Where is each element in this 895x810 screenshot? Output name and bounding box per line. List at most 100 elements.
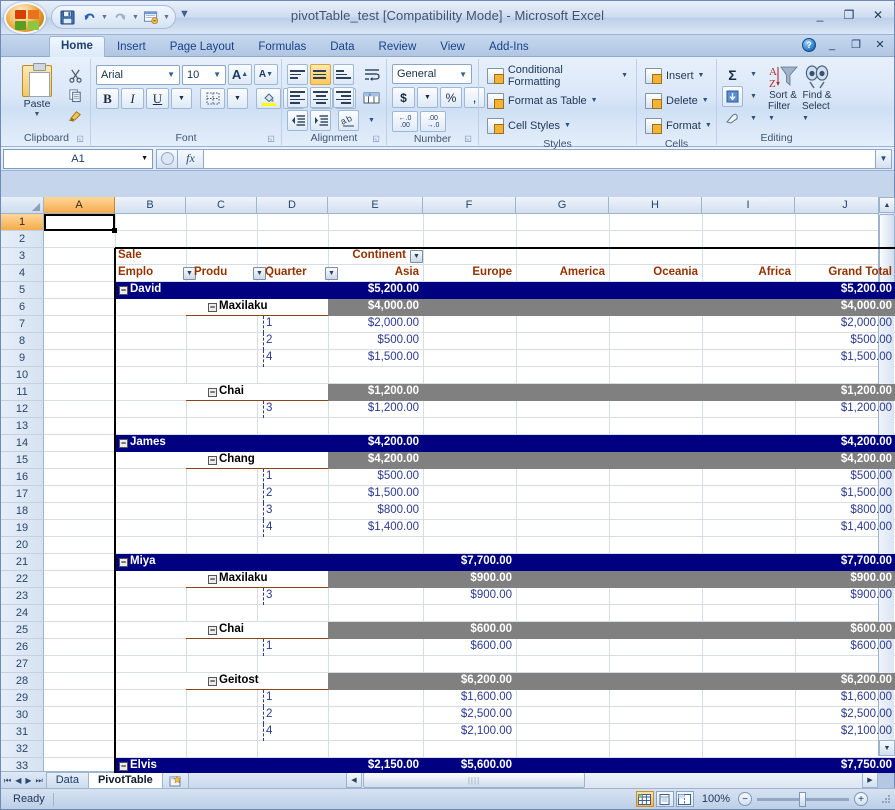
formula-input[interactable] bbox=[204, 148, 876, 169]
column-header-a[interactable]: A bbox=[44, 197, 115, 214]
underline-button[interactable]: U bbox=[146, 88, 169, 109]
insert-cells-button[interactable]: Insert ▼ bbox=[642, 63, 707, 88]
italic-button[interactable]: I bbox=[121, 88, 144, 109]
tab-view[interactable]: View bbox=[428, 37, 477, 57]
underline-caret-icon[interactable]: ▼ bbox=[171, 88, 192, 109]
row-header-23[interactable]: 23 bbox=[1, 588, 44, 605]
row-header-10[interactable]: 10 bbox=[1, 367, 44, 384]
tab-review[interactable]: Review bbox=[367, 37, 429, 57]
scroll-up-button[interactable]: ▲ bbox=[879, 197, 895, 213]
column-header-d[interactable]: D bbox=[257, 197, 328, 214]
row-header-4[interactable]: 4 bbox=[1, 265, 44, 282]
restore-button[interactable]: ❐ bbox=[839, 6, 859, 24]
row-header-12[interactable]: 12 bbox=[1, 401, 44, 418]
formula-expand-button[interactable]: ▼ bbox=[876, 148, 892, 169]
zoom-track[interactable] bbox=[757, 791, 849, 807]
conditional-formatting-caret-icon[interactable]: ▼ bbox=[621, 72, 628, 79]
decrease-decimal-button[interactable]: .00 →.0 bbox=[420, 111, 446, 132]
zoom-in-button[interactable]: + bbox=[854, 792, 868, 806]
copy-icon[interactable] bbox=[65, 85, 85, 105]
row-header-27[interactable]: 27 bbox=[1, 656, 44, 673]
borders-caret-icon[interactable]: ▼ bbox=[227, 88, 248, 109]
row-header-19[interactable]: 19 bbox=[1, 520, 44, 537]
format-cells-button[interactable]: Format ▼ bbox=[642, 113, 715, 138]
last-sheet-button[interactable]: ⏭ bbox=[36, 776, 43, 786]
borders-button[interactable] bbox=[200, 88, 225, 109]
fill-caret-icon[interactable]: ▼ bbox=[743, 86, 764, 107]
number-format-caret-icon[interactable]: ▼ bbox=[457, 70, 469, 79]
pivot-employee-row[interactable] bbox=[115, 435, 895, 452]
resize-grip[interactable] bbox=[880, 793, 892, 805]
pivot-employee-row[interactable] bbox=[115, 282, 895, 299]
row-header-32[interactable]: 32 bbox=[1, 741, 44, 758]
scroll-left-button[interactable]: ◀ bbox=[346, 772, 362, 788]
collapse-employee-button[interactable]: − bbox=[119, 286, 128, 295]
row-header-30[interactable]: 30 bbox=[1, 707, 44, 724]
row-header-26[interactable]: 26 bbox=[1, 639, 44, 656]
column-header-g[interactable]: G bbox=[516, 197, 609, 214]
ribbon-close-button[interactable]: ✕ bbox=[872, 37, 888, 52]
row-header-20[interactable]: 20 bbox=[1, 537, 44, 554]
row-header-1[interactable]: 1 bbox=[1, 214, 44, 231]
collapse-product-button[interactable]: − bbox=[208, 303, 217, 312]
bold-button[interactable]: B bbox=[96, 88, 119, 109]
column-header-e[interactable]: E bbox=[328, 197, 423, 214]
name-box[interactable]: A1 ▼ bbox=[3, 148, 153, 169]
tab-home[interactable]: Home bbox=[49, 36, 105, 58]
fill-color-button[interactable] bbox=[256, 88, 281, 109]
wrap-text-button[interactable] bbox=[361, 64, 382, 85]
clear-button[interactable] bbox=[722, 108, 743, 129]
autosum-button[interactable]: Σ bbox=[722, 64, 743, 85]
name-box-caret-icon[interactable]: ▼ bbox=[141, 155, 148, 162]
row-header-5[interactable]: 5 bbox=[1, 282, 44, 299]
tab-data[interactable]: Data bbox=[318, 37, 366, 57]
column-header-i[interactable]: I bbox=[702, 197, 795, 214]
first-sheet-button[interactable]: ⏮ bbox=[4, 776, 11, 786]
paste-button[interactable]: Paste ▼ bbox=[12, 63, 62, 118]
cut-icon[interactable] bbox=[65, 65, 85, 85]
row-header-22[interactable]: 22 bbox=[1, 571, 44, 588]
collapse-product-button[interactable]: − bbox=[208, 677, 217, 686]
page-layout-view-button[interactable] bbox=[655, 791, 674, 807]
row-header-3[interactable]: 3 bbox=[1, 248, 44, 265]
orientation-button[interactable]: ab bbox=[338, 110, 359, 131]
row-header-8[interactable]: 8 bbox=[1, 333, 44, 350]
increase-indent-button[interactable] bbox=[310, 110, 331, 131]
horizontal-scroll-thumb[interactable]: |||| bbox=[363, 772, 585, 788]
minimize-button[interactable]: _ bbox=[810, 6, 830, 24]
select-all-button[interactable] bbox=[1, 197, 44, 214]
align-center-button[interactable] bbox=[310, 87, 331, 108]
row-header-31[interactable]: 31 bbox=[1, 724, 44, 741]
decrease-indent-button[interactable] bbox=[287, 110, 308, 131]
column-header-f[interactable]: F bbox=[423, 197, 516, 214]
collapse-product-button[interactable]: − bbox=[208, 575, 217, 584]
column-header-b[interactable]: B bbox=[115, 197, 186, 214]
sort-filter-caret-icon[interactable]: ▼ bbox=[768, 115, 775, 122]
collapse-employee-button[interactable]: − bbox=[119, 439, 128, 448]
close-button[interactable]: ✕ bbox=[868, 6, 888, 24]
row-header-2[interactable]: 2 bbox=[1, 231, 44, 248]
format-as-table-button[interactable]: Format as Table ▼ bbox=[484, 88, 601, 113]
format-caret-icon[interactable]: ▼ bbox=[705, 122, 712, 129]
collapse-product-button[interactable]: − bbox=[208, 626, 217, 635]
font-dialog-launcher-icon[interactable]: ◱ bbox=[266, 134, 276, 144]
horizontal-scrollbar[interactable]: ◀ |||| ▶ bbox=[346, 772, 878, 788]
insert-sheet-button[interactable] bbox=[161, 772, 189, 788]
zoom-slider[interactable]: − + bbox=[738, 791, 868, 807]
collapse-employee-button[interactable]: − bbox=[119, 558, 128, 567]
collapse-employee-button[interactable]: − bbox=[119, 762, 128, 771]
fill-button[interactable] bbox=[722, 86, 743, 107]
font-name-combo[interactable]: Arial ▼ bbox=[96, 64, 180, 85]
active-cell-a1[interactable] bbox=[44, 214, 117, 233]
autosum-caret-icon[interactable]: ▼ bbox=[743, 64, 764, 85]
zoom-handle[interactable] bbox=[799, 791, 806, 807]
insert-function-button[interactable]: fx bbox=[178, 148, 204, 169]
row-header-18[interactable]: 18 bbox=[1, 503, 44, 520]
column-header-h[interactable]: H bbox=[609, 197, 702, 214]
insert-caret-icon[interactable]: ▼ bbox=[698, 72, 705, 79]
shrink-font-button[interactable]: A ▼ bbox=[254, 64, 278, 85]
tab-insert[interactable]: Insert bbox=[105, 37, 158, 57]
row-header-6[interactable]: 6 bbox=[1, 299, 44, 316]
cell-styles-caret-icon[interactable]: ▼ bbox=[564, 122, 571, 129]
row-header-25[interactable]: 25 bbox=[1, 622, 44, 639]
